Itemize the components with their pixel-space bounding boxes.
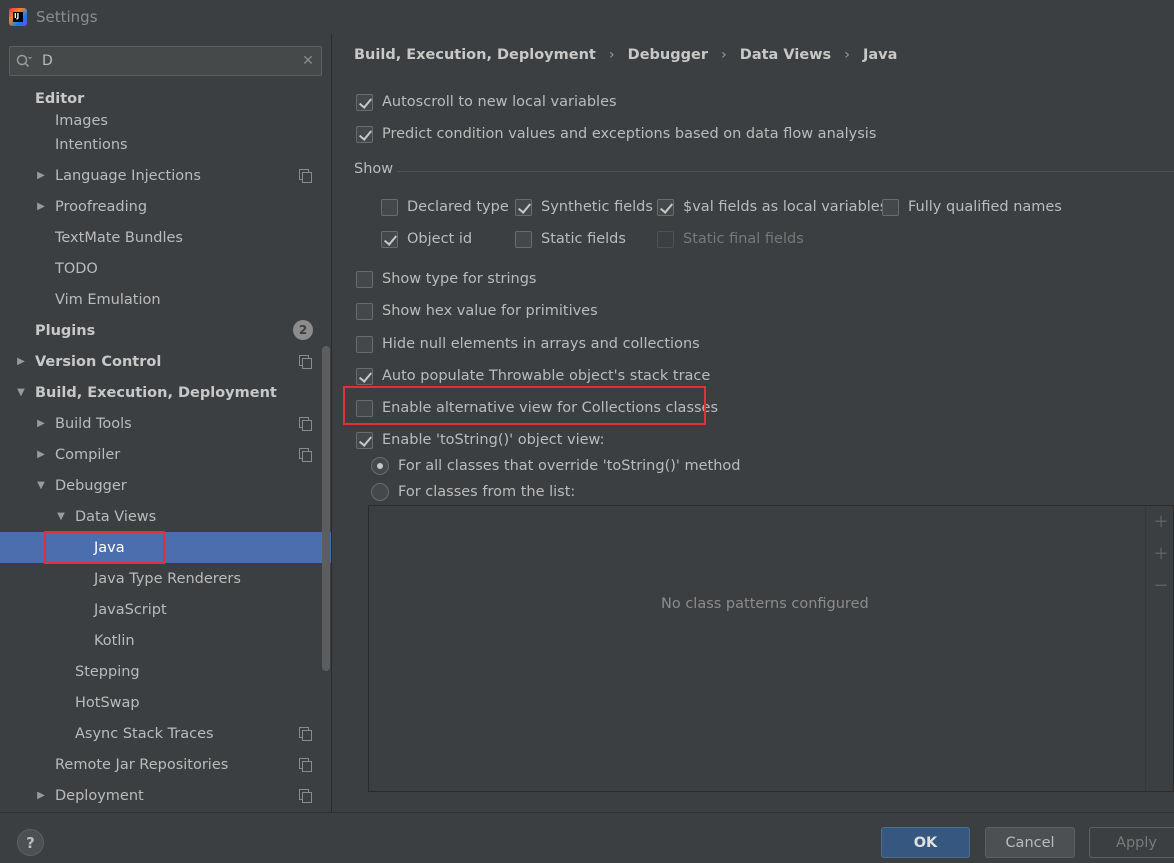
- object-id-checkbox[interactable]: Object id: [381, 228, 472, 250]
- radio-all-classes[interactable]: For all classes that override 'toString(…: [371, 455, 740, 477]
- tree-item-stepping[interactable]: Stepping: [0, 656, 331, 687]
- chevron-down-icon[interactable]: ▼: [14, 387, 28, 398]
- synthetic-fields-checkbox[interactable]: Synthetic fields: [515, 196, 653, 218]
- sidebar-scrollbar[interactable]: [322, 346, 330, 671]
- settings-content: Build, Execution, Deployment › Debugger …: [333, 34, 1174, 812]
- show-hex-checkbox[interactable]: Show hex value for primitives: [356, 300, 598, 322]
- breadcrumb-item[interactable]: Data Views: [740, 47, 831, 63]
- static-final-fields-checkbox: Static final fields: [657, 228, 804, 250]
- help-button[interactable]: ?: [17, 829, 44, 856]
- chevron-down-icon[interactable]: ▼: [34, 480, 48, 491]
- breadcrumb-separator: ›: [608, 47, 615, 63]
- dialog-footer: ? OK Cancel Apply: [0, 812, 1174, 863]
- tree-header-editor[interactable]: Editor: [0, 86, 331, 114]
- tree-item-compiler[interactable]: ▶ Compiler: [0, 439, 331, 470]
- breadcrumb-separator: ›: [720, 47, 727, 63]
- settings-sidebar: ✕ Images Editor Intentions ▶ Language In…: [0, 34, 332, 812]
- chevron-right-icon[interactable]: ▶: [34, 170, 48, 181]
- radio-classes-from-list[interactable]: For classes from the list:: [371, 481, 575, 503]
- tree-item-java[interactable]: Java: [0, 532, 331, 563]
- class-patterns-list[interactable]: No class patterns configured + + −: [368, 505, 1174, 792]
- apply-button[interactable]: Apply: [1089, 827, 1174, 858]
- alternative-view-checkbox[interactable]: Enable alternative view for Collections …: [356, 397, 718, 419]
- tree-item-proofreading[interactable]: ▶ Proofreading: [0, 191, 331, 222]
- add-pattern-icon[interactable]: +: [1153, 545, 1169, 563]
- tree-item-language-injections[interactable]: ▶ Language Injections: [0, 160, 331, 191]
- list-empty-text: No class patterns configured: [661, 596, 869, 612]
- ok-button[interactable]: OK: [881, 827, 970, 858]
- close-icon[interactable]: ✕: [295, 53, 321, 69]
- remove-icon[interactable]: −: [1153, 577, 1169, 595]
- breadcrumb-separator: ›: [844, 47, 850, 63]
- chevron-right-icon[interactable]: ▶: [34, 418, 48, 429]
- autoscroll-checkbox[interactable]: Autoscroll to new local variables: [356, 91, 617, 113]
- project-settings-icon: [299, 355, 312, 369]
- tree-item-async-stack-traces[interactable]: Async Stack Traces: [0, 718, 331, 749]
- chevron-right-icon[interactable]: ▶: [34, 201, 48, 212]
- breadcrumb-item[interactable]: Build, Execution, Deployment: [354, 47, 596, 63]
- chevron-right-icon[interactable]: ▶: [14, 356, 28, 367]
- tree-item-deployment[interactable]: ▶ Deployment: [0, 780, 331, 811]
- tree-item-plugins[interactable]: Plugins 2: [0, 315, 331, 346]
- list-toolbar: + + −: [1145, 506, 1173, 791]
- project-settings-icon: [299, 727, 312, 741]
- tree-item-textmate-bundles[interactable]: TextMate Bundles: [0, 222, 331, 253]
- project-settings-icon: [299, 169, 312, 183]
- chevron-right-icon[interactable]: ▶: [34, 790, 48, 801]
- breadcrumb-item[interactable]: Debugger: [628, 47, 708, 63]
- tree-item-hotswap[interactable]: HotSwap: [0, 687, 331, 718]
- cancel-button[interactable]: Cancel: [985, 827, 1075, 858]
- tree-item-debugger[interactable]: ▼ Debugger: [0, 470, 331, 501]
- project-settings-icon: [299, 448, 312, 462]
- tree-item-todo[interactable]: TODO: [0, 253, 331, 284]
- fully-qualified-checkbox[interactable]: Fully qualified names: [882, 196, 1062, 218]
- project-settings-icon: [299, 417, 312, 431]
- tree-item-java-type-renderers[interactable]: Java Type Renderers: [0, 563, 331, 594]
- tostring-view-checkbox[interactable]: Enable 'toString()' object view:: [356, 429, 605, 451]
- project-settings-icon: [299, 789, 312, 803]
- static-fields-checkbox[interactable]: Static fields: [515, 228, 626, 250]
- search-icon[interactable]: [10, 47, 38, 75]
- tree-item-vim-emulation[interactable]: Vim Emulation: [0, 284, 331, 315]
- add-class-icon[interactable]: +: [1153, 513, 1169, 531]
- breadcrumb: Build, Execution, Deployment › Debugger …: [354, 44, 897, 66]
- predict-checkbox[interactable]: Predict condition values and exceptions …: [356, 123, 876, 145]
- tree-item-build-tools[interactable]: ▶ Build Tools: [0, 408, 331, 439]
- plugins-update-badge: 2: [293, 320, 313, 340]
- tree-item-version-control[interactable]: ▶ Version Control: [0, 346, 331, 377]
- tree-item-data-views[interactable]: ▼ Data Views: [0, 501, 331, 532]
- declared-type-checkbox[interactable]: Declared type: [381, 196, 509, 218]
- tree-item-kotlin[interactable]: Kotlin: [0, 625, 331, 656]
- show-group-label: Show: [354, 161, 394, 177]
- tree-item-remote-jar-repositories[interactable]: Remote Jar Repositories: [0, 749, 331, 780]
- intellij-app-icon: IJ: [9, 8, 27, 26]
- tree-item-build-execution-deployment[interactable]: ▼ Build, Execution, Deployment: [0, 377, 331, 408]
- hide-null-checkbox[interactable]: Hide null elements in arrays and collect…: [356, 333, 700, 355]
- val-fields-checkbox[interactable]: $val fields as local variables: [657, 196, 887, 218]
- project-settings-icon: [299, 758, 312, 772]
- show-type-strings-checkbox[interactable]: Show type for strings: [356, 268, 536, 290]
- search-box[interactable]: ✕: [9, 46, 322, 76]
- group-divider: [397, 171, 1174, 172]
- auto-populate-checkbox[interactable]: Auto populate Throwable object's stack t…: [356, 365, 710, 387]
- chevron-right-icon[interactable]: ▶: [34, 449, 48, 460]
- chevron-down-icon[interactable]: ▼: [54, 511, 68, 522]
- tree-item-javascript[interactable]: JavaScript: [0, 594, 331, 625]
- window-title: Settings: [36, 8, 98, 26]
- title-bar: IJ Settings: [0, 0, 1174, 34]
- search-input[interactable]: [38, 48, 295, 74]
- tree-item-intentions[interactable]: Intentions: [0, 129, 331, 160]
- breadcrumb-item: Java: [863, 47, 898, 63]
